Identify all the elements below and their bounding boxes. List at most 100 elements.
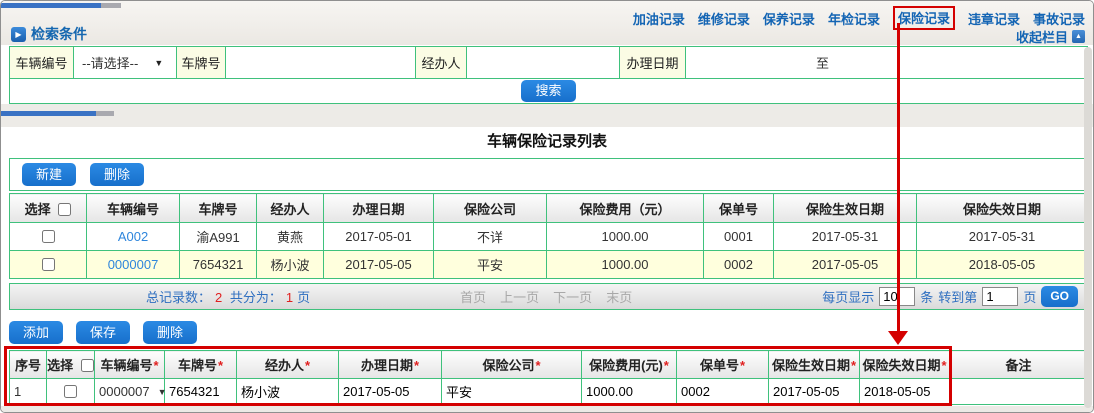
- nav-violation-records[interactable]: 违章记录: [968, 9, 1020, 28]
- edit-vehicle-no-select[interactable]: 0000007 ▼: [95, 384, 167, 399]
- delete-rows-button[interactable]: 删除: [143, 321, 198, 344]
- edit-policy-no-input[interactable]: [677, 384, 768, 399]
- required-mark: *: [153, 358, 159, 373]
- cell-expiry-date: 2018-05-05: [916, 250, 1088, 279]
- edit-plate-input[interactable]: [165, 384, 236, 399]
- cell-effective-date: 2017-05-31: [773, 222, 917, 251]
- separator-band: [1, 104, 1093, 127]
- edit-select-all-checkbox[interactable]: [80, 359, 94, 372]
- search-section-header: ▶ 检索条件: [11, 24, 87, 44]
- select-all-checkbox[interactable]: [58, 202, 72, 216]
- per-page-label: 每页显示: [822, 290, 875, 305]
- cell-handler: 杨小波: [256, 250, 324, 279]
- vehicle-no-selected-value: --请选择--: [82, 56, 139, 71]
- goto-page-label: 转到第: [938, 290, 978, 305]
- progress-blue-segment: [1, 111, 96, 116]
- col-remark: 备注: [949, 350, 1088, 379]
- new-button[interactable]: 新建: [22, 163, 77, 186]
- date-to-input[interactable]: [829, 49, 1087, 76]
- vertical-scrollbar[interactable]: [1084, 47, 1092, 408]
- col-select-label: 选择: [47, 358, 74, 373]
- col-effective-date: 保险生效日期*: [768, 350, 860, 379]
- edit-company-input[interactable]: [442, 383, 581, 399]
- date-from-input[interactable]: [686, 49, 816, 76]
- top-progress-bar: [1, 3, 121, 8]
- col-handle-date: 办理日期: [323, 193, 434, 223]
- per-page-input[interactable]: [879, 287, 916, 306]
- col-index: 序号: [9, 350, 47, 379]
- nav-fuel-records[interactable]: 加油记录: [633, 9, 685, 28]
- search-section-title: 检索条件: [31, 26, 87, 42]
- next-page-link[interactable]: 下一页: [553, 287, 592, 306]
- cell-fee: 1000.00: [546, 222, 704, 251]
- required-mark: *: [304, 358, 311, 373]
- edit-effective-date-input[interactable]: [769, 384, 859, 399]
- edit-date-input[interactable]: [339, 384, 441, 399]
- progress-gray-segment: [96, 111, 114, 116]
- nav-insurance-records[interactable]: 保险记录: [892, 6, 955, 30]
- nav-inspection-records[interactable]: 年检记录: [828, 9, 880, 28]
- first-page-link[interactable]: 首页: [460, 287, 486, 306]
- annotation-arrow-head: [888, 331, 908, 345]
- required-mark: *: [941, 358, 947, 373]
- vehicle-no-label: 车辆编号: [9, 46, 74, 79]
- handle-date-label: 办理日期: [619, 46, 686, 79]
- prev-page-link[interactable]: 上一页: [500, 287, 539, 306]
- plate-no-input[interactable]: [226, 49, 415, 76]
- vehicle-no-link[interactable]: 0000007: [108, 257, 159, 272]
- vehicle-no-link[interactable]: A002: [118, 229, 148, 244]
- search-form: 车辆编号 --请选择-- ▼ 车牌号 经办人 办理日期 至 搜索: [9, 46, 1088, 104]
- total-records-value: 2: [215, 290, 223, 305]
- edit-expiry-date-input[interactable]: [860, 384, 949, 399]
- add-button[interactable]: 添加: [9, 321, 64, 344]
- row-select-checkbox[interactable]: [41, 258, 55, 271]
- edit-header-row: 序号 选择 车辆编号* 车牌号* 经办人* 办理日期* 保险公司* 保险费用(元…: [9, 350, 1088, 379]
- search-button[interactable]: 搜索: [521, 80, 576, 102]
- col-insurance-fee: 保险费用(元)*: [581, 350, 677, 379]
- collapse-up-icon[interactable]: ▲: [1072, 30, 1085, 43]
- edit-row-checkbox[interactable]: [64, 385, 77, 398]
- edit-handler-input[interactable]: [237, 383, 338, 399]
- last-page-link[interactable]: 末页: [606, 287, 632, 306]
- goto-page-input[interactable]: [982, 287, 1019, 306]
- col-policy-no: 保单号*: [676, 350, 769, 379]
- col-handle-date: 办理日期*: [338, 350, 442, 379]
- col-vehicle-no: 车辆编号: [86, 193, 180, 223]
- section-arrow-icon: ▶: [11, 26, 26, 42]
- delete-button[interactable]: 删除: [90, 163, 145, 186]
- required-mark: *: [217, 358, 224, 373]
- edit-remark-input[interactable]: [950, 384, 1087, 399]
- cell-date: 2017-05-05: [323, 250, 434, 279]
- bottom-strip: [1, 406, 1093, 412]
- col-select: 选择: [46, 350, 95, 379]
- edit-fee-input[interactable]: [582, 384, 676, 399]
- required-mark: *: [535, 358, 541, 373]
- save-button[interactable]: 保存: [76, 321, 131, 344]
- nav-accident-records[interactable]: 事故记录: [1033, 9, 1085, 28]
- nav-maintenance-records[interactable]: 保养记录: [763, 9, 815, 28]
- edit-row: 1 0000007 ▼: [9, 378, 1088, 405]
- list-toolbar: 新建 删除: [9, 158, 1087, 191]
- row-index: 1: [9, 378, 47, 405]
- row-select-checkbox[interactable]: [41, 230, 55, 243]
- required-mark: *: [739, 358, 746, 373]
- col-insurance-company: 保险公司: [433, 193, 547, 223]
- col-expiry-date: 保险失效日期: [916, 193, 1088, 223]
- goto-page-suffix: 页: [1023, 290, 1037, 305]
- nav-repair-records[interactable]: 维修记录: [698, 9, 750, 28]
- plate-no-label: 车牌号: [176, 46, 226, 79]
- cell-company: 不详: [433, 222, 547, 251]
- collapse-panel-control[interactable]: 收起栏目 ▲: [1016, 27, 1085, 46]
- collapse-label[interactable]: 收起栏目: [1016, 27, 1068, 46]
- edit-vehicle-no-value: 0000007: [99, 384, 150, 399]
- cell-policy-no: 0001: [703, 222, 774, 251]
- col-expiry-date: 保险失效日期*: [859, 350, 950, 379]
- handler-input[interactable]: [467, 49, 619, 76]
- edit-toolbar: 添加 保存 删除: [9, 321, 198, 344]
- handler-label: 经办人: [415, 46, 467, 79]
- col-effective-date: 保险生效日期: [773, 193, 917, 223]
- go-button[interactable]: GO: [1041, 286, 1078, 307]
- total-records-label: 总记录数：: [146, 290, 212, 305]
- vehicle-no-select[interactable]: --请选择-- ▼: [74, 53, 176, 72]
- col-insurance-company: 保险公司*: [441, 350, 582, 379]
